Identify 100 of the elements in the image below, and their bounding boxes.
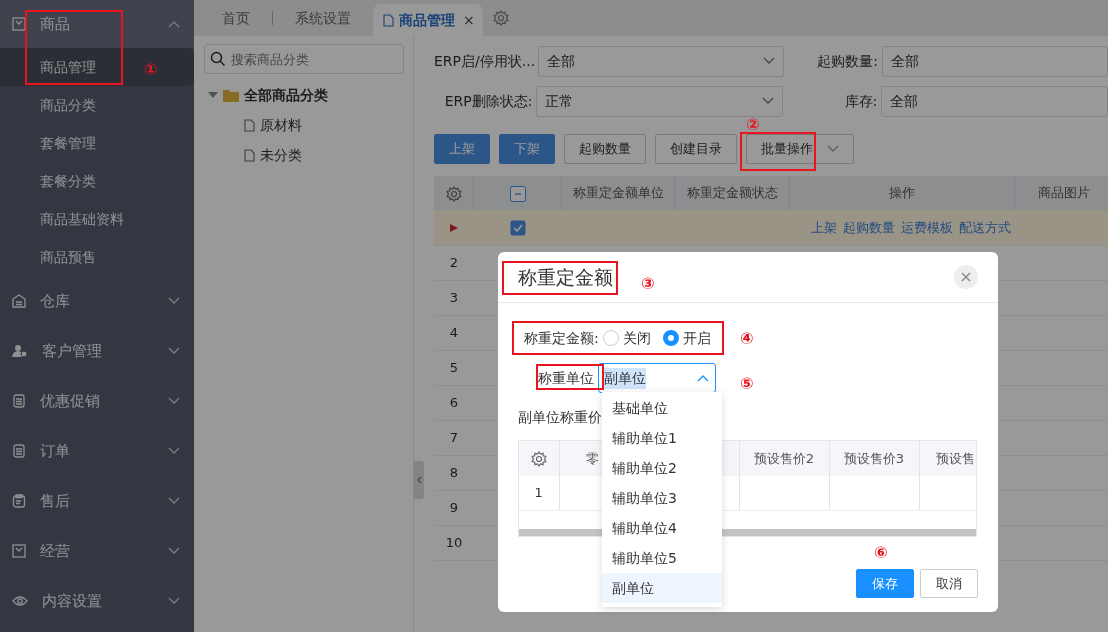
menu-group-label[interactable]: 仓库 xyxy=(40,289,154,313)
checkbox[interactable] xyxy=(509,220,526,236)
folder-icon xyxy=(223,88,239,102)
close-button[interactable]: × xyxy=(463,9,475,31)
row-number: 2 xyxy=(449,254,459,270)
tree-item[interactable]: 原材料 xyxy=(260,114,302,136)
caret-down-icon[interactable] xyxy=(208,91,218,99)
search-field[interactable]: 搜索商品分类 xyxy=(204,44,404,74)
document-icon xyxy=(244,148,255,162)
house-icon xyxy=(12,294,26,308)
menu-item[interactable]: 套餐分类 xyxy=(0,162,194,200)
collapse-handle[interactable] xyxy=(414,461,424,499)
dialog-title: 称重定金额 xyxy=(518,264,613,290)
settings-icon[interactable] xyxy=(492,10,509,26)
column-header: 操作 xyxy=(889,185,916,201)
menu-item[interactable]: 商品分类 xyxy=(0,86,194,124)
column-header: 零 xyxy=(585,450,599,466)
menu-group-label[interactable]: 经营 xyxy=(40,539,154,563)
action-link[interactable]: 配送方式 xyxy=(958,219,1011,235)
toolbar-button[interactable]: 上架 xyxy=(434,134,490,164)
current-row-icon xyxy=(449,223,459,233)
row-number: 9 xyxy=(449,499,459,515)
bag-icon xyxy=(12,17,26,31)
row-number: 8 xyxy=(449,464,459,480)
tree-item[interactable]: 未分类 xyxy=(260,144,302,166)
cancel-button[interactable]: 取消 xyxy=(920,569,978,598)
field-label: 称重单位 xyxy=(538,368,594,388)
menu-item[interactable]: 商品预售 xyxy=(0,238,194,276)
row-number: 1 xyxy=(534,485,543,500)
tab[interactable]: 首页 xyxy=(214,0,258,36)
step-number: ⑤ xyxy=(740,376,754,392)
tab[interactable]: 系统设置 xyxy=(287,0,359,36)
column-header: 称重定金额单位 xyxy=(572,185,664,201)
field-label: 称重定金额: xyxy=(524,328,599,348)
dropdown-option[interactable]: 辅助单位3 xyxy=(602,483,722,513)
column-header: 称重定金额状态 xyxy=(686,185,778,201)
chevron-down-icon xyxy=(762,57,775,65)
filter-select[interactable]: 正常 xyxy=(536,85,783,117)
list-icon xyxy=(12,394,26,408)
filter-label: 起购数量: xyxy=(816,51,879,71)
dropdown-option[interactable]: 辅助单位1 xyxy=(602,423,722,453)
close-button[interactable]: × xyxy=(954,265,978,289)
column-header: 预设售价2 xyxy=(753,450,815,466)
menu-group-label[interactable]: 订单 xyxy=(40,439,154,463)
dropdown-option[interactable]: 辅助单位2 xyxy=(602,453,722,483)
filter-select[interactable]: 全部 xyxy=(881,45,1108,77)
checkbox[interactable] xyxy=(509,185,526,202)
column-header: 商品图片 xyxy=(1038,185,1090,201)
chevron-left-icon xyxy=(416,476,422,484)
row-number: 6 xyxy=(449,394,459,410)
action-link[interactable]: 上架 xyxy=(810,219,837,235)
row-number: 10 xyxy=(445,534,463,550)
toolbar-button[interactable]: 创建目录 xyxy=(655,134,737,164)
filter-select[interactable]: 全部 xyxy=(881,85,1108,117)
search-icon xyxy=(210,51,226,67)
menu-group-label[interactable]: 客户管理 xyxy=(42,339,154,363)
dropdown-button[interactable]: 批量操作 xyxy=(746,134,854,164)
row-number: 5 xyxy=(449,359,459,375)
tree-item[interactable]: 全部商品分类 xyxy=(244,84,328,106)
chevron-down-icon xyxy=(761,97,774,105)
step-number: ③ xyxy=(641,276,655,292)
menu-group-label[interactable]: 内容设置 xyxy=(42,589,154,613)
section-label: 副单位称重价 xyxy=(518,408,602,427)
tab[interactable]: 商品管理 × xyxy=(373,4,483,36)
radio-label[interactable]: 关闭 xyxy=(622,327,651,349)
document-icon xyxy=(244,118,255,132)
toolbar-button[interactable]: 起购数量 xyxy=(564,134,646,164)
menu-item[interactable]: 商品基础资料 xyxy=(0,200,194,238)
save-button[interactable]: 保存 xyxy=(856,569,914,598)
menu-group-label[interactable]: 售后 xyxy=(40,489,154,513)
filter-select[interactable]: 全部 xyxy=(538,45,784,77)
column-header: 预设售 xyxy=(935,450,975,466)
row-number: 3 xyxy=(449,289,459,305)
step-number: ④ xyxy=(740,331,754,347)
settings-icon[interactable] xyxy=(445,185,462,202)
document-icon xyxy=(383,13,394,27)
row-number: 4 xyxy=(449,324,459,340)
radio-label[interactable]: 开启 xyxy=(682,327,711,349)
bag-icon xyxy=(12,544,26,558)
settings-icon[interactable] xyxy=(530,451,547,468)
radio-button[interactable] xyxy=(662,330,679,346)
menu-group-label[interactable]: 优惠促销 xyxy=(40,389,154,413)
dropdown-option[interactable]: 基础单位 xyxy=(602,393,722,423)
toolbar-button[interactable]: 下架 xyxy=(499,134,555,164)
filter-label: ERP删除状态: xyxy=(443,91,534,111)
action-link[interactable]: 运费模板 xyxy=(900,219,953,235)
dropdown-option[interactable]: 副单位 xyxy=(602,573,722,603)
action-link[interactable]: 起购数量 xyxy=(842,219,895,235)
filter-label: ERP启/停用状... xyxy=(434,51,537,71)
radio-button[interactable] xyxy=(602,330,619,346)
eye-icon xyxy=(12,595,28,607)
list-icon xyxy=(12,444,26,458)
step-number: ② xyxy=(746,117,760,133)
column-header: 预设售价3 xyxy=(843,450,905,466)
menu-item[interactable]: 套餐管理 xyxy=(0,124,194,162)
dropdown-option[interactable]: 辅助单位5 xyxy=(602,543,722,573)
step-number: ⑥ xyxy=(874,545,888,561)
row-number: 7 xyxy=(449,429,459,445)
dropdown-option[interactable]: 辅助单位4 xyxy=(602,513,722,543)
filter-label: 库存: xyxy=(843,91,879,111)
